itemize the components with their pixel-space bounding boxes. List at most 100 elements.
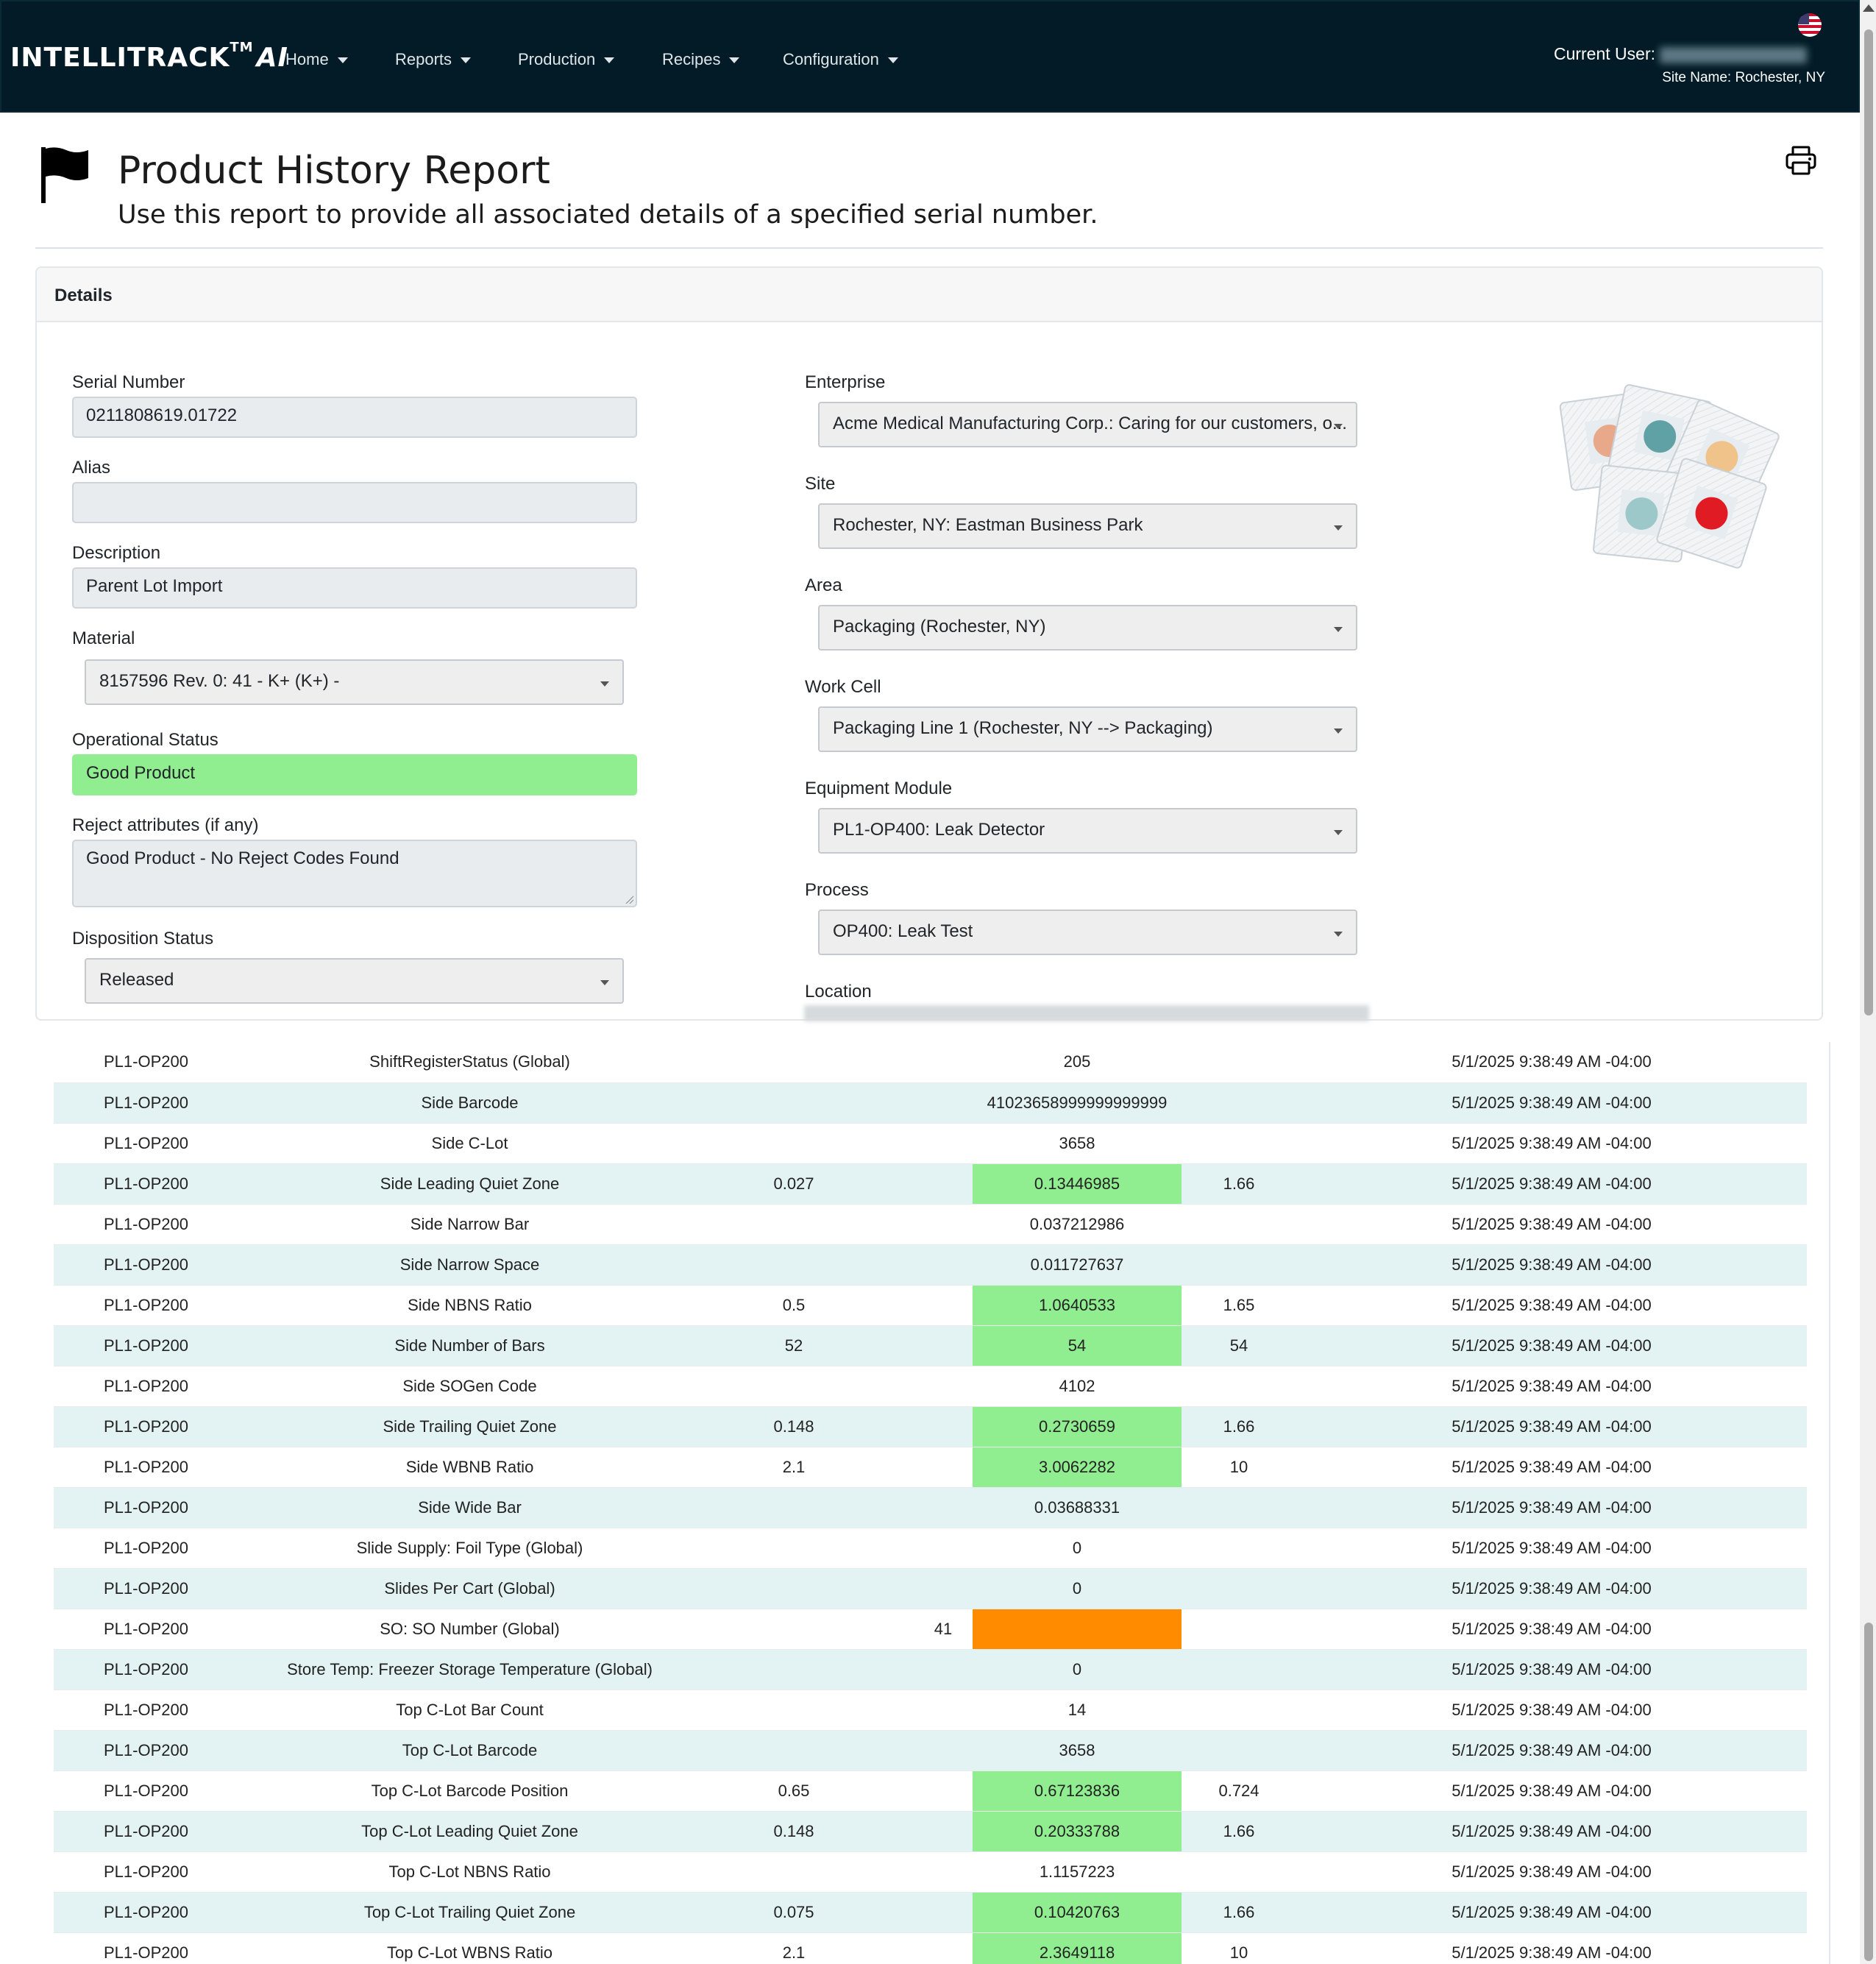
table-row: PL1-OP200 Side Narrow Space 0.011727637 5/1… bbox=[54, 1244, 1807, 1286]
scroll-up-arrow-icon[interactable] bbox=[1863, 4, 1875, 12]
cell-value: 0.13446985 bbox=[973, 1163, 1182, 1205]
cell-low-limit-short bbox=[914, 1163, 973, 1205]
nav-home[interactable]: Home bbox=[285, 50, 348, 69]
cell-module: PL1-OP200 bbox=[54, 1204, 266, 1245]
enterprise-select[interactable]: Acme Medical Manufacturing Corp.: Caring… bbox=[818, 402, 1357, 447]
cell-high-limit: 10 bbox=[1182, 1447, 1296, 1488]
table-row: PL1-OP200 Top C-Lot Barcode Position 0.65 0… bbox=[54, 1770, 1807, 1812]
cell-low-limit-short bbox=[914, 1244, 973, 1286]
operational-status-field[interactable]: Good Product bbox=[72, 754, 637, 795]
brand-logo[interactable]: INTELLITRACKTM AI bbox=[10, 40, 288, 73]
cell-low-limit-short bbox=[914, 1285, 973, 1326]
cell-low-limit-short: 41 bbox=[914, 1609, 973, 1650]
enterprise-label: Enterprise bbox=[805, 372, 886, 392]
cell-module: PL1-OP200 bbox=[54, 1082, 266, 1124]
disposition-status-select[interactable]: Released bbox=[85, 958, 624, 1004]
equipment-module-select[interactable]: PL1-OP400: Leak Detector bbox=[818, 808, 1357, 854]
cell-parameter: Side NBNS Ratio bbox=[266, 1285, 674, 1326]
cell-value: 3658 bbox=[973, 1123, 1182, 1164]
cell-timestamp: 5/1/2025 9:38:49 AM -04:00 bbox=[1296, 1244, 1807, 1286]
scrollbar-thumb[interactable] bbox=[1864, 29, 1873, 1015]
cell-module: PL1-OP200 bbox=[54, 1609, 266, 1650]
cell-parameter: SO: SO Number (Global) bbox=[266, 1609, 674, 1650]
table-row: PL1-OP200 Store Temp: Freezer Storage Tem… bbox=[54, 1649, 1807, 1690]
scrollbar-thumb[interactable] bbox=[1864, 1623, 1873, 1961]
serial-number-field[interactable]: 0211808619.01722 bbox=[72, 397, 637, 438]
area-select[interactable]: Packaging (Rochester, NY) bbox=[818, 605, 1357, 650]
alias-field[interactable] bbox=[72, 482, 637, 523]
cell-low-limit-short bbox=[914, 1487, 973, 1528]
description-field[interactable]: Parent Lot Import bbox=[72, 567, 637, 609]
cell-timestamp: 5/1/2025 9:38:49 AM -04:00 bbox=[1296, 1609, 1807, 1650]
card-title: Details bbox=[54, 286, 113, 305]
disposition-status-label: Disposition Status bbox=[72, 929, 214, 949]
cell-value: 0.2730659 bbox=[973, 1406, 1182, 1447]
dropdown-arrow-icon bbox=[1334, 932, 1343, 937]
table-row: PL1-OP200 Side WBNB Ratio 2.1 3.0062282 10 5/… bbox=[54, 1447, 1807, 1488]
header-divider bbox=[35, 247, 1823, 249]
table-row: PL1-OP200 Side Leading Quiet Zone 0.027 0.1… bbox=[54, 1163, 1807, 1205]
cell-module: PL1-OP200 bbox=[54, 1811, 266, 1852]
nav-configuration[interactable]: Configuration bbox=[783, 50, 898, 69]
cell-module: PL1-OP200 bbox=[54, 1163, 266, 1205]
resize-handle-icon[interactable] bbox=[625, 895, 633, 904]
dropdown-arrow-icon bbox=[600, 681, 609, 687]
cell-low-limit: 0.027 bbox=[674, 1163, 914, 1205]
caret-down-icon bbox=[461, 57, 472, 64]
cell-timestamp: 5/1/2025 9:38:49 AM -04:00 bbox=[1296, 1285, 1807, 1326]
location-field-cut[interactable] bbox=[804, 1005, 1369, 1021]
cell-parameter: Side Barcode bbox=[266, 1082, 674, 1124]
cell-parameter: Side Leading Quiet Zone bbox=[266, 1163, 674, 1205]
cell-low-limit bbox=[674, 1204, 914, 1245]
table-row: PL1-OP200 Slide Supply: Foil Type (Global… bbox=[54, 1528, 1807, 1569]
print-icon[interactable] bbox=[1785, 146, 1817, 175]
cell-high-limit bbox=[1182, 1123, 1296, 1164]
cell-parameter: Top C-Lot Leading Quiet Zone bbox=[266, 1811, 674, 1852]
dropdown-arrow-icon bbox=[1334, 728, 1343, 734]
cell-low-limit: 2.1 bbox=[674, 1447, 914, 1488]
cell-low-limit: 0.075 bbox=[674, 1892, 914, 1933]
cell-low-limit bbox=[674, 1851, 914, 1893]
process-select[interactable]: OP400: Leak Test bbox=[818, 910, 1357, 955]
cell-low-limit-short bbox=[914, 1204, 973, 1245]
cell-parameter: Side WBNB Ratio bbox=[266, 1447, 674, 1488]
cell-low-limit bbox=[674, 1487, 914, 1528]
us-flag-icon[interactable] bbox=[1798, 13, 1822, 37]
cell-parameter: Slides Per Cart (Global) bbox=[266, 1568, 674, 1609]
cell-timestamp: 5/1/2025 9:38:49 AM -04:00 bbox=[1296, 1649, 1807, 1690]
parameter-history-table: PL1-OP200 ShiftRegisterStatus (Global) 205… bbox=[54, 1042, 1807, 1964]
cell-low-limit-short bbox=[914, 1649, 973, 1690]
cell-low-limit-short bbox=[914, 1892, 973, 1933]
cell-parameter: Top C-Lot WBNS Ratio bbox=[266, 1932, 674, 1964]
cell-low-limit-short bbox=[914, 1366, 973, 1407]
cell-module: PL1-OP200 bbox=[54, 1406, 266, 1447]
location-label: Location bbox=[805, 982, 872, 1002]
reject-attributes-textarea[interactable]: Good Product - No Reject Codes Found bbox=[72, 840, 637, 907]
cell-low-limit-short bbox=[914, 1811, 973, 1852]
cell-module: PL1-OP200 bbox=[54, 1042, 266, 1083]
cell-low-limit bbox=[674, 1123, 914, 1164]
cell-value: 205 bbox=[973, 1042, 1182, 1083]
cell-value: 54 bbox=[973, 1325, 1182, 1366]
cell-parameter: Side C-Lot bbox=[266, 1123, 674, 1164]
cell-low-limit-short bbox=[914, 1123, 973, 1164]
cell-module: PL1-OP200 bbox=[54, 1325, 266, 1366]
nav-production[interactable]: Production bbox=[518, 50, 615, 69]
cell-value: 0 bbox=[973, 1528, 1182, 1569]
page-title: Product History Report bbox=[118, 149, 550, 193]
cell-timestamp: 5/1/2025 9:38:49 AM -04:00 bbox=[1296, 1447, 1807, 1488]
table-row: PL1-OP200 Side Number of Bars 52 54 54 5/1/20… bbox=[54, 1325, 1807, 1366]
site-select[interactable]: Rochester, NY: Eastman Business Park bbox=[818, 503, 1357, 549]
cell-module: PL1-OP200 bbox=[54, 1447, 266, 1488]
nav-reports[interactable]: Reports bbox=[395, 50, 472, 69]
work-cell-select[interactable]: Packaging Line 1 (Rochester, NY --> Pack… bbox=[818, 706, 1357, 752]
nav-recipes[interactable]: Recipes bbox=[662, 50, 740, 69]
alias-label: Alias bbox=[72, 458, 111, 478]
table-row: PL1-OP200 Side SOGen Code 4102 5/1/2025 9:3… bbox=[54, 1366, 1807, 1407]
cell-value: 1.1157223 bbox=[973, 1851, 1182, 1893]
material-select[interactable]: 8157596 Rev. 0: 41 - K+ (K+) - bbox=[85, 659, 624, 705]
serial-number-label: Serial Number bbox=[72, 372, 185, 392]
cell-low-limit bbox=[674, 1649, 914, 1690]
caret-down-icon bbox=[729, 57, 740, 64]
cell-high-limit bbox=[1182, 1690, 1296, 1731]
